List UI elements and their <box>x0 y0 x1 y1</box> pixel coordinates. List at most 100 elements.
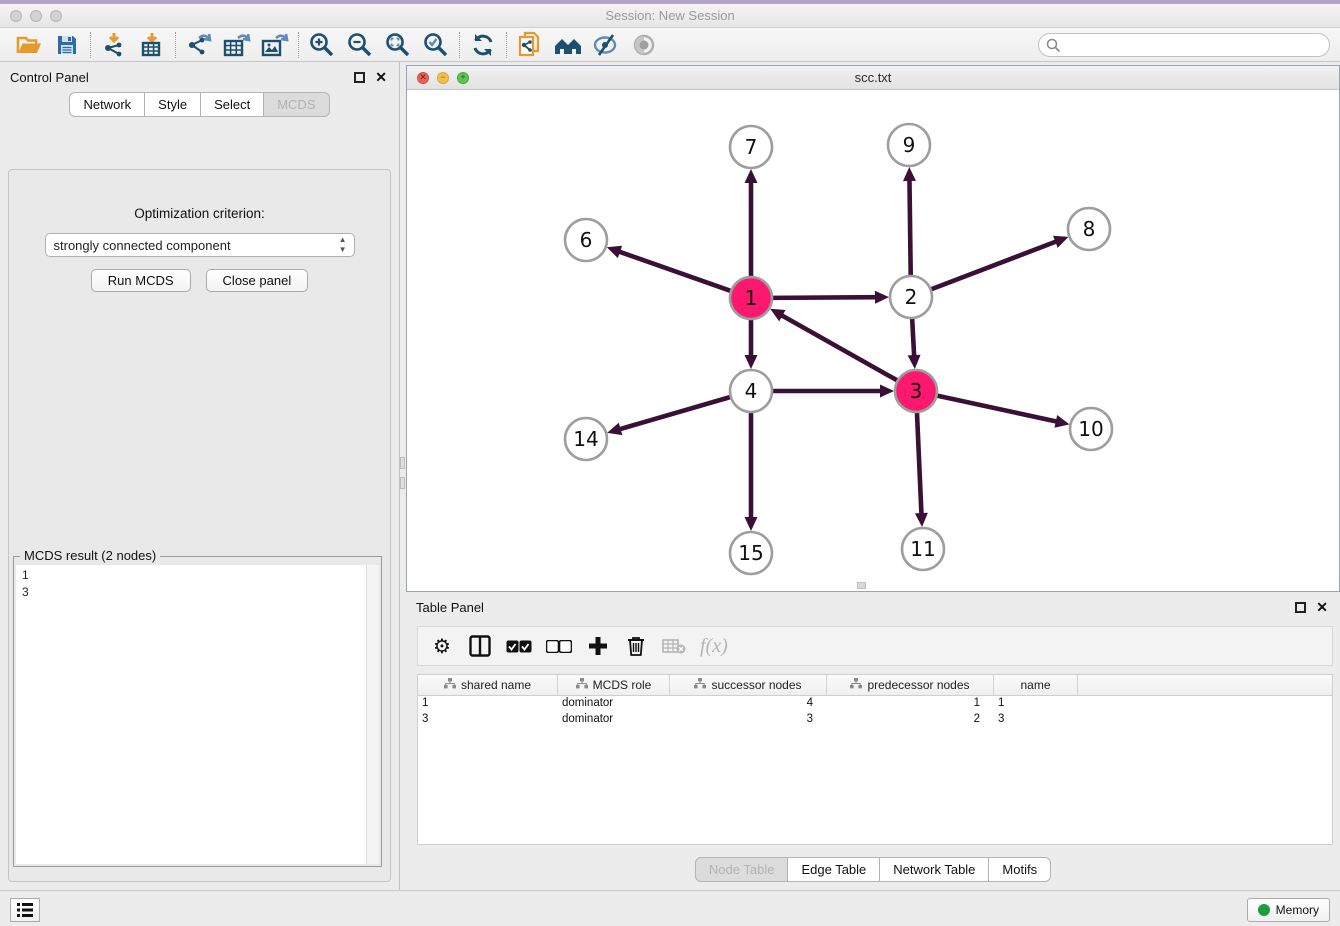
close-panel-button[interactable]: Close panel <box>206 269 309 292</box>
delete-column-icon[interactable] <box>624 633 648 659</box>
export-table-icon[interactable] <box>218 31 256 59</box>
export-image-icon[interactable] <box>256 31 294 59</box>
edge-2-8[interactable] <box>931 241 1059 290</box>
edge-3-11[interactable] <box>917 412 922 516</box>
import-network-icon[interactable] <box>95 31 133 59</box>
table-row[interactable]: 3dominator323 <box>418 712 1332 728</box>
hierarchy-icon <box>576 678 588 692</box>
table-cell[interactable]: 2 <box>827 712 994 728</box>
control-panel: Control Panel ✕ NetworkStyleSelectMCDS O… <box>0 62 400 890</box>
column-header-MCDS-role[interactable]: MCDS role <box>558 675 670 695</box>
zoom-selected-icon[interactable] <box>417 31 455 59</box>
memory-label: Memory <box>1276 903 1319 917</box>
node-table[interactable]: shared nameMCDS role successor nodes prede… <box>417 674 1333 845</box>
import-table-icon[interactable] <box>133 31 171 59</box>
arrowhead-3-11 <box>915 513 928 527</box>
arrowhead-2-9 <box>903 167 916 181</box>
result-line: 1 <box>22 567 379 584</box>
column-label: predecessor nodes <box>867 678 969 692</box>
network-window-titlebar[interactable]: ✕ − + scc.txt <box>407 66 1339 90</box>
graphics-details-icon[interactable] <box>587 31 625 59</box>
close-table-panel-icon[interactable]: ✕ <box>1316 600 1328 614</box>
float-table-panel-icon[interactable] <box>1295 602 1306 613</box>
edge-3-10[interactable] <box>937 395 1059 422</box>
add-column-icon[interactable] <box>586 633 610 659</box>
zoom-in-icon[interactable] <box>303 31 341 59</box>
node-label-15: 15 <box>738 541 763 565</box>
deselect-all-rows-icon[interactable] <box>546 633 572 659</box>
apply-layout-icon[interactable] <box>464 31 502 59</box>
node-label-8: 8 <box>1083 217 1096 241</box>
select-all-rows-icon[interactable] <box>506 633 532 659</box>
arrowhead-1-7 <box>745 169 758 183</box>
column-header-successor-nodes[interactable]: successor nodes <box>670 675 827 695</box>
optimization-criterion-label: Optimization criterion: <box>9 206 390 221</box>
column-header-name[interactable]: name <box>994 675 1078 695</box>
tab-node-table[interactable]: Node Table <box>695 857 789 882</box>
app-title: Session: New Session <box>0 8 1340 23</box>
table-cell[interactable]: 3 <box>994 712 1078 728</box>
open-file-icon[interactable] <box>10 31 48 59</box>
table-cell[interactable]: 1 <box>418 696 558 712</box>
select-stepper-icon: ▲▼ <box>339 235 347 255</box>
float-panel-icon[interactable] <box>354 72 365 83</box>
table-settings-icon[interactable]: ⚙ <box>430 633 454 659</box>
edge-4-14[interactable] <box>618 397 731 430</box>
eye-icon[interactable] <box>625 31 663 59</box>
memory-button[interactable]: Memory <box>1247 898 1330 922</box>
tab-select[interactable]: Select <box>201 92 264 117</box>
canvas-resize-nub[interactable] <box>857 582 866 589</box>
edge-2-3[interactable] <box>912 318 914 358</box>
zoom-fit-icon[interactable] <box>379 31 417 59</box>
table-cell[interactable]: 3 <box>670 712 827 728</box>
tab-mcds[interactable]: MCDS <box>264 92 329 117</box>
result-scrollbar[interactable] <box>366 565 379 864</box>
edge-1-6[interactable] <box>617 251 731 291</box>
search-input[interactable] <box>1038 33 1330 57</box>
save-session-icon[interactable] <box>48 31 86 59</box>
task-history-button[interactable] <box>10 898 40 922</box>
node-label-10: 10 <box>1078 417 1103 441</box>
network-canvas[interactable]: 7968124314101511 <box>407 90 1339 591</box>
panel-splitter[interactable] <box>399 455 406 495</box>
table-row[interactable]: 1dominator411 <box>418 696 1332 712</box>
delete-table-icon[interactable] <box>662 633 686 659</box>
tab-style[interactable]: Style <box>145 92 201 117</box>
arrowhead-3-10 <box>1054 415 1069 428</box>
table-cell[interactable]: 4 <box>670 696 827 712</box>
table-panel-title: Table Panel <box>416 600 484 615</box>
column-header-predecessor-nodes[interactable]: predecessor nodes <box>827 675 994 695</box>
table-cell[interactable]: dominator <box>558 712 670 728</box>
network-graph[interactable]: 7968124314101511 <box>407 90 1339 591</box>
table-cell[interactable]: dominator <box>558 696 670 712</box>
column-label: successor nodes <box>711 678 801 692</box>
column-layout-icon[interactable] <box>468 633 492 659</box>
edge-2-9[interactable] <box>909 178 910 276</box>
criterion-select[interactable]: strongly connected component ▲▼ <box>45 233 355 257</box>
main-toolbar <box>0 28 1340 62</box>
run-mcds-button[interactable]: Run MCDS <box>91 269 191 292</box>
tab-network-table[interactable]: Network Table <box>880 857 989 882</box>
column-header-shared-name[interactable]: shared name <box>418 675 558 695</box>
table-cell[interactable]: 1 <box>827 696 994 712</box>
close-panel-icon[interactable]: ✕ <box>375 70 387 84</box>
new-network-from-selection-icon[interactable] <box>511 31 549 59</box>
node-label-4: 4 <box>745 379 758 403</box>
mcds-result-text[interactable]: 13 <box>16 565 379 864</box>
function-builder-icon[interactable]: f(x) <box>700 633 728 659</box>
first-neighbors-icon[interactable] <box>549 31 587 59</box>
edge-1-2[interactable] <box>772 297 878 298</box>
table-cell[interactable]: 1 <box>994 696 1078 712</box>
edge-3-1[interactable] <box>780 314 898 380</box>
tab-motifs[interactable]: Motifs <box>989 857 1051 882</box>
toolbar-separator <box>506 32 507 58</box>
search-field-wrap <box>1038 33 1330 57</box>
criterion-value: strongly connected component <box>54 238 231 253</box>
table-cell[interactable]: 3 <box>418 712 558 728</box>
export-network-icon[interactable] <box>180 31 218 59</box>
tab-edge-table[interactable]: Edge Table <box>788 857 880 882</box>
memory-status-icon <box>1258 904 1270 916</box>
tab-network[interactable]: Network <box>69 92 145 117</box>
node-label-2: 2 <box>905 285 918 309</box>
zoom-out-icon[interactable] <box>341 31 379 59</box>
